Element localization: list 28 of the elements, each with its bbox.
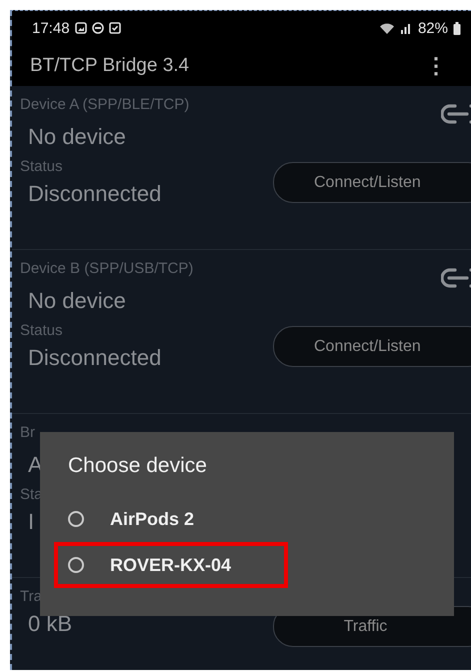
field-value: No device (27, 288, 127, 314)
status-value: Disconnected (27, 345, 162, 371)
image-icon (74, 22, 87, 34)
radio-button[interactable] (68, 557, 84, 573)
wifi-icon (378, 22, 395, 34)
action-button[interactable]: Connect/Listen (273, 326, 471, 367)
signal-icon (400, 22, 413, 34)
field-label: Device B (SPP/USB/TCP) (20, 260, 194, 277)
status-value: I (27, 509, 36, 535)
field-value: 0 kB (27, 611, 72, 637)
dialog-title: Choose device (68, 454, 208, 478)
circle-icon (92, 22, 104, 34)
option-label[interactable]: AirPods 2 (110, 508, 194, 530)
clock-time: 17:48 (32, 20, 70, 36)
status-value: Disconnected (27, 181, 162, 207)
status-label: Status (20, 158, 64, 175)
field-label: Br (20, 424, 35, 441)
battery-percentage: 82% (418, 20, 448, 36)
field-value: No device (27, 124, 127, 150)
status-label: Status (20, 322, 64, 339)
app-title: BT/TCP Bridge 3.4 (30, 54, 190, 76)
radio-button[interactable] (68, 511, 84, 527)
overflow-menu-button[interactable]: ⋮ (425, 52, 447, 78)
field-label: Device A (SPP/BLE/TCP) (20, 96, 190, 113)
option-label[interactable]: ROVER-KX-04 (110, 554, 232, 576)
action-button[interactable]: Connect/Listen (273, 162, 471, 203)
battery-icon (453, 22, 461, 34)
checkbox-icon (108, 22, 121, 34)
